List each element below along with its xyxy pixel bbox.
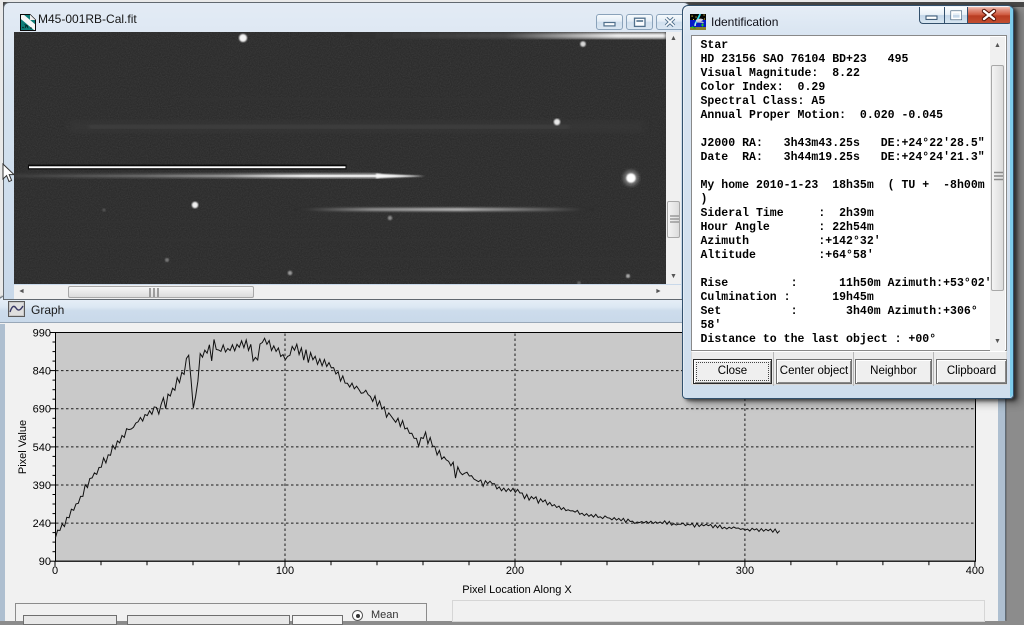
svg-text:300: 300 — [736, 565, 754, 577]
svg-text:840: 840 — [33, 366, 51, 378]
svg-text:690: 690 — [33, 404, 51, 416]
svg-text:400: 400 — [966, 565, 984, 577]
svg-text:990: 990 — [33, 328, 51, 340]
svg-text:Pixel Location Along X: Pixel Location Along X — [462, 584, 572, 596]
svg-text:0: 0 — [52, 565, 58, 577]
svg-text:90: 90 — [39, 556, 51, 568]
svg-text:Pixel Value: Pixel Value — [17, 420, 29, 474]
svg-text:100: 100 — [276, 565, 294, 577]
svg-text:240: 240 — [33, 518, 51, 530]
svg-text:540: 540 — [33, 442, 51, 454]
svg-text:200: 200 — [506, 565, 524, 577]
svg-text:390: 390 — [33, 480, 51, 492]
